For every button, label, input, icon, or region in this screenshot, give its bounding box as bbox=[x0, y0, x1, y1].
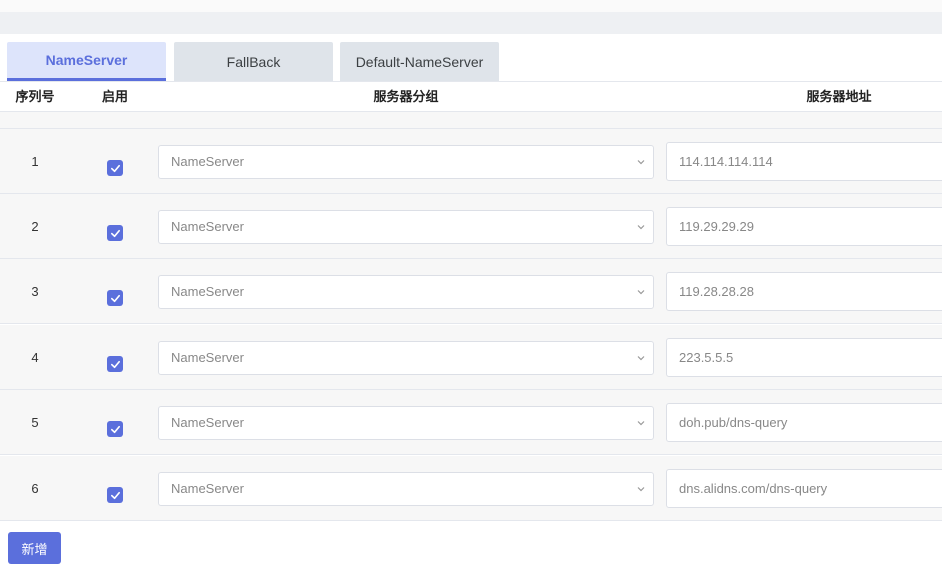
group-select[interactable]: NameServer bbox=[158, 210, 654, 244]
table-row: 6 NameServer dns.alidns.com/dns-query bbox=[0, 456, 942, 521]
group-select-value: NameServer bbox=[171, 284, 244, 299]
check-icon bbox=[110, 491, 120, 499]
group-select-value: NameServer bbox=[171, 219, 244, 234]
enabled-checkbox[interactable] bbox=[107, 487, 123, 503]
check-icon bbox=[110, 360, 120, 368]
row-index: 6 bbox=[31, 481, 39, 496]
check-icon bbox=[110, 164, 120, 172]
row-index: 1 bbox=[31, 154, 39, 169]
enabled-checkbox[interactable] bbox=[107, 421, 123, 437]
row-index: 4 bbox=[31, 350, 39, 365]
add-button[interactable]: 新增 bbox=[8, 532, 61, 564]
address-input[interactable]: 119.28.28.28 bbox=[666, 272, 942, 311]
table-spacer-row bbox=[0, 112, 942, 129]
header-enabled: 启用 bbox=[101, 89, 128, 104]
table-header: 序列号 启用 服务器分组 服务器地址 bbox=[0, 82, 942, 112]
chevron-down-icon bbox=[637, 487, 645, 492]
group-select-value: NameServer bbox=[171, 350, 244, 365]
header-address: 服务器地址 bbox=[806, 89, 872, 104]
chevron-down-icon bbox=[637, 225, 645, 230]
group-select[interactable]: NameServer bbox=[158, 341, 654, 375]
enabled-checkbox[interactable] bbox=[107, 356, 123, 372]
address-input[interactable]: dns.alidns.com/dns-query bbox=[666, 469, 942, 508]
chevron-down-icon bbox=[637, 421, 645, 426]
tab-nameserver[interactable]: NameServer bbox=[7, 42, 166, 81]
group-select[interactable]: NameServer bbox=[158, 275, 654, 309]
group-select-value: NameServer bbox=[171, 415, 244, 430]
group-select-value: NameServer bbox=[171, 154, 244, 169]
enabled-checkbox[interactable] bbox=[107, 290, 123, 306]
enabled-checkbox[interactable] bbox=[107, 160, 123, 176]
chevron-down-icon bbox=[637, 160, 645, 165]
row-index: 2 bbox=[31, 219, 39, 234]
table-row: 1 NameServer 114.114.114.114 bbox=[0, 129, 942, 194]
chevron-down-icon bbox=[637, 290, 645, 295]
group-select[interactable]: NameServer bbox=[158, 406, 654, 440]
table-row: 2 NameServer 119.29.29.29 bbox=[0, 194, 942, 259]
address-input[interactable]: 114.114.114.114 bbox=[666, 142, 942, 181]
check-icon bbox=[110, 425, 120, 433]
address-input[interactable]: doh.pub/dns-query bbox=[666, 403, 942, 442]
address-input[interactable]: 223.5.5.5 bbox=[666, 338, 942, 377]
top-strip bbox=[0, 12, 942, 34]
tab-bar: NameServer FallBack Default-NameServer bbox=[0, 34, 942, 82]
table-row: 4 NameServer 223.5.5.5 bbox=[0, 325, 942, 390]
chevron-down-icon bbox=[637, 356, 645, 361]
table-row: 5 NameServer doh.pub/dns-query bbox=[0, 390, 942, 455]
row-index: 3 bbox=[31, 284, 39, 299]
enabled-checkbox[interactable] bbox=[107, 225, 123, 241]
tab-fallback[interactable]: FallBack bbox=[174, 42, 333, 81]
check-icon bbox=[110, 294, 120, 302]
top-bar bbox=[0, 0, 942, 12]
group-select-value: NameServer bbox=[171, 481, 244, 496]
address-input[interactable]: 119.29.29.29 bbox=[666, 207, 942, 246]
table-row: 3 NameServer 119.28.28.28 bbox=[0, 259, 942, 324]
check-icon bbox=[110, 229, 120, 237]
group-select[interactable]: NameServer bbox=[158, 472, 654, 506]
group-select[interactable]: NameServer bbox=[158, 145, 654, 179]
row-index: 5 bbox=[31, 415, 39, 430]
header-index: 序列号 bbox=[15, 89, 55, 104]
tab-default-nameserver[interactable]: Default-NameServer bbox=[340, 42, 499, 81]
header-group: 服务器分组 bbox=[373, 89, 439, 104]
